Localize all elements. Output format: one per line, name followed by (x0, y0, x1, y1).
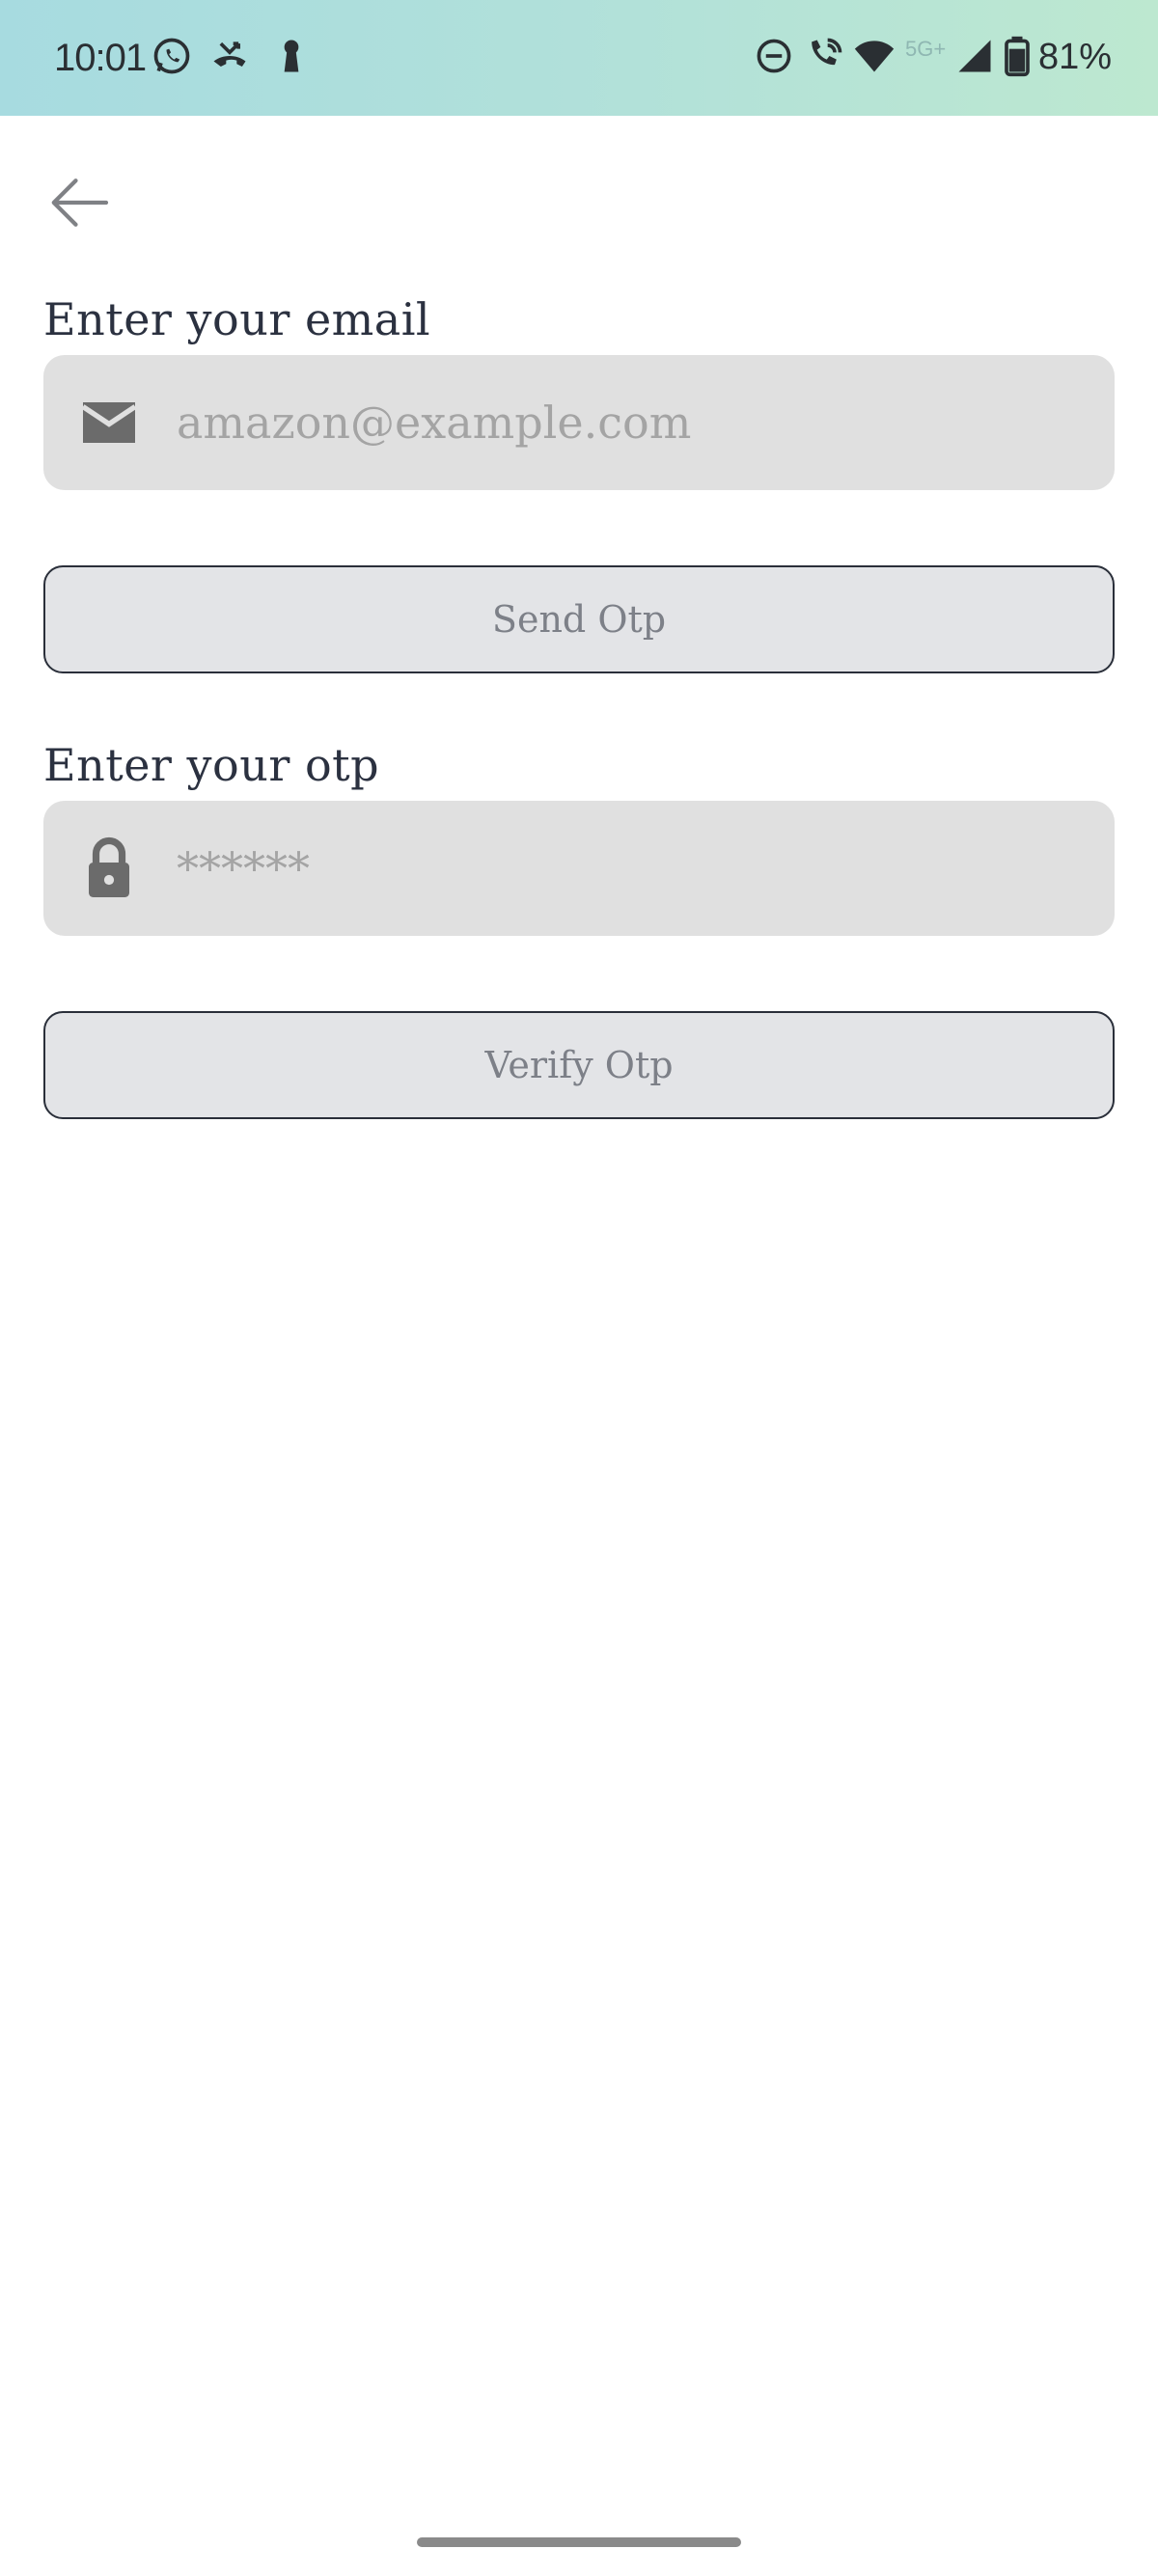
email-label: Enter your email (43, 293, 431, 345)
home-indicator[interactable] (417, 2537, 741, 2547)
otp-input-container[interactable] (43, 801, 1115, 936)
do-not-disturb-icon (753, 35, 795, 77)
status-bar: 10:01 5G+ 81% (0, 0, 1158, 116)
network-type-label: 5G+ (905, 37, 947, 61)
missed-call-icon (208, 35, 251, 77)
status-time: 10:01 (54, 37, 147, 79)
envelope-icon (74, 388, 144, 457)
lock-icon (74, 834, 144, 903)
verify-otp-button[interactable]: Verify Otp (43, 1011, 1115, 1119)
wifi-icon (853, 35, 896, 77)
whatsapp-icon (151, 35, 193, 77)
cellular-signal-icon (953, 35, 996, 77)
otp-label: Enter your otp (43, 739, 380, 791)
otp-input[interactable] (177, 801, 1084, 936)
email-input[interactable] (177, 355, 1084, 490)
arrow-left-icon (51, 178, 109, 227)
battery-percentage: 81% (1038, 37, 1113, 77)
wifi-calling-icon (803, 35, 845, 77)
keyhole-icon (270, 35, 313, 77)
battery-icon (1000, 35, 1034, 77)
send-otp-button[interactable]: Send Otp (43, 565, 1115, 673)
back-button[interactable] (39, 162, 120, 243)
email-input-container[interactable] (43, 355, 1115, 490)
